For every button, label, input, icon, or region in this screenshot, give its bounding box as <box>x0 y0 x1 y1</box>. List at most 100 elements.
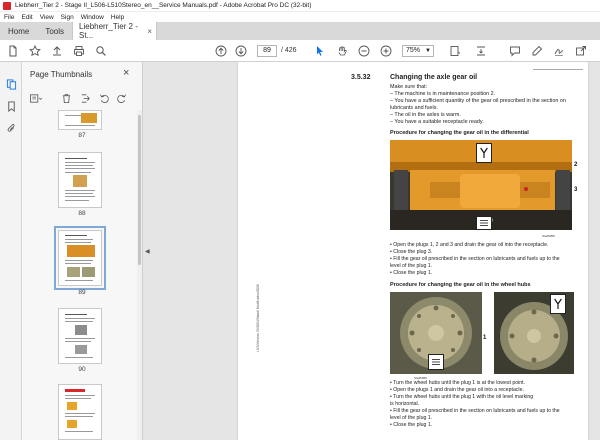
callout-number: 1 <box>483 335 487 341</box>
page-number-input[interactable]: 89 <box>257 45 277 57</box>
rotate-clockwise-icon[interactable] <box>114 91 128 105</box>
close-icon[interactable]: × <box>123 67 129 79</box>
page-side-text: LIVS/Version: 09/2004/Stand/ Modificatio… <box>256 284 260 352</box>
step-item: • Turn the wheel hubs until the plug 1 i… <box>390 380 526 386</box>
differential-photo <box>390 140 572 230</box>
zoom-level-value: 75% <box>406 47 421 54</box>
page-fit-icon[interactable] <box>448 44 462 58</box>
sign-icon[interactable] <box>552 44 566 58</box>
tab-document[interactable]: Liebherr_Tier 2 - St... × <box>72 22 158 40</box>
page-total: / 426 <box>281 47 297 54</box>
delete-page-icon[interactable] <box>59 91 73 105</box>
step-item: level of the plug 1. <box>390 263 433 269</box>
document-viewer[interactable]: LIVS/Version: 09/2004/Stand/ Modificatio… <box>152 62 600 440</box>
panel-collapse-handle[interactable]: ◀ <box>143 62 152 440</box>
highlight-pen-icon[interactable] <box>530 44 544 58</box>
title-bar: Liebherr_Tier 2 - Stage II_L506-L510Ster… <box>0 0 600 12</box>
step-item: • Close the plug 1. <box>390 422 433 428</box>
panel-toolbar <box>22 88 143 108</box>
wheel-hub-photo-right <box>494 292 574 374</box>
pdf-page: LIVS/Version: 09/2004/Stand/ Modificatio… <box>238 62 588 440</box>
menu-edit[interactable]: Edit <box>21 14 32 21</box>
tab-bar: Home Tools Liebherr_Tier 2 - St... × <box>0 22 600 40</box>
step-item: level of the plug 1. <box>390 415 433 421</box>
print-icon[interactable] <box>72 44 86 58</box>
comment-icon[interactable] <box>508 44 522 58</box>
callout-number: 3 <box>574 187 578 193</box>
step-item: • Open the plugs 1 and drain the gear oi… <box>390 387 524 393</box>
step-item: • Close the plug 1. <box>390 270 433 276</box>
step-item: • Turn the wheel hubs until the plug 1 w… <box>390 394 534 400</box>
menu-window[interactable]: Window <box>81 14 104 21</box>
thumbnail-options-icon[interactable] <box>29 91 43 105</box>
scroll-mode-icon[interactable] <box>474 44 488 58</box>
callout-number: 2 <box>574 162 578 168</box>
menu-sign[interactable]: Sign <box>61 14 74 21</box>
rotate-counterclockwise-icon[interactable] <box>97 91 111 105</box>
wheel-hub-heading: Procedure for changing the gear oil in t… <box>390 282 531 288</box>
condition-item: lubricants and fuels. <box>390 105 438 111</box>
search-icon[interactable] <box>94 44 108 58</box>
photo-caption: Sta45055 <box>542 234 555 238</box>
chevron-down-icon: ▼ <box>425 48 431 54</box>
page-thumbnail-selected[interactable] <box>54 226 106 290</box>
oil-drain-warning-icon <box>550 294 566 314</box>
thumbnail-label: 89 <box>78 289 86 296</box>
wheel-hub-photo-left <box>390 292 482 374</box>
previous-page-icon[interactable] <box>214 44 228 58</box>
close-icon[interactable]: × <box>147 27 152 36</box>
header-rule <box>533 69 583 70</box>
attachments-icon[interactable] <box>5 122 17 134</box>
thumbnail-label: 88 <box>78 210 86 217</box>
hand-tool-icon[interactable] <box>335 44 349 58</box>
main-toolbar: 89 / 426 75% ▼ <box>0 40 600 62</box>
condition-item: – You have a suitable receptacle ready. <box>390 119 484 125</box>
select-cursor-icon[interactable] <box>313 44 327 58</box>
page-thumbnail[interactable] <box>58 308 102 364</box>
page-thumbnail[interactable] <box>58 384 102 440</box>
scrollbar-thumb[interactable] <box>138 115 141 265</box>
page-thumbnails-icon[interactable] <box>5 78 17 90</box>
zoom-in-icon[interactable] <box>379 44 393 58</box>
window-title: Liebherr_Tier 2 - Stage II_L506-L510Ster… <box>15 2 312 9</box>
thumbnail-label: 90 <box>78 366 86 373</box>
tab-document-label: Liebherr_Tier 2 - St... <box>79 22 138 40</box>
differential-heading: Procedure for changing the gear oil in t… <box>390 130 529 136</box>
page-thumbnails-panel: Page Thumbnails × 87 88 89 90 <box>22 62 143 440</box>
menu-bar: File Edit View Sign Window Help <box>0 12 600 22</box>
bookmark-star-icon[interactable] <box>28 44 42 58</box>
page-thumbnail[interactable] <box>58 110 102 130</box>
zoom-out-icon[interactable] <box>357 44 371 58</box>
step-item: • Fill the gear oil prescribed in the se… <box>390 256 560 262</box>
next-page-icon[interactable] <box>234 44 248 58</box>
condition-item: – The machine is in maintenance position… <box>390 91 496 97</box>
share-icon[interactable] <box>574 44 588 58</box>
condition-item: – You have a sufficient quantity of the … <box>390 98 566 104</box>
acrobat-app-icon <box>3 1 11 10</box>
collapse-arrow-icon: ◀ <box>145 249 150 255</box>
new-file-icon[interactable] <box>6 44 20 58</box>
tab-tools[interactable]: Tools <box>37 22 72 40</box>
page-thumbnail[interactable] <box>58 152 102 208</box>
menu-help[interactable]: Help <box>111 14 124 21</box>
section-title: Changing the axle gear oil <box>390 74 478 81</box>
upload-icon[interactable] <box>50 44 64 58</box>
panel-title: Page Thumbnails <box>30 70 93 79</box>
menu-file[interactable]: File <box>4 14 14 21</box>
extract-pages-icon[interactable] <box>78 91 92 105</box>
step-item: • Fill the gear oil prescribed in the se… <box>390 408 560 414</box>
oil-level-icon <box>476 216 492 230</box>
zoom-level-select[interactable]: 75% ▼ <box>402 45 434 57</box>
thumbnail-scrollbar[interactable] <box>137 110 142 440</box>
tab-home[interactable]: Home <box>0 22 37 40</box>
thumbnail-label: 87 <box>78 132 86 139</box>
navigation-rail <box>0 62 22 440</box>
make-sure-text: Make sure that: <box>390 84 428 90</box>
menu-view[interactable]: View <box>40 14 54 21</box>
step-item: • Open the plugs 1, 2 and 3 and drain th… <box>390 242 549 248</box>
step-item: is horizontal. <box>390 401 420 407</box>
step-item: • Close the plug 3. <box>390 249 433 255</box>
bookmarks-icon[interactable] <box>5 100 17 112</box>
condition-item: – The oil in the axles is warm. <box>390 112 461 118</box>
oil-drain-warning-icon <box>476 143 492 163</box>
